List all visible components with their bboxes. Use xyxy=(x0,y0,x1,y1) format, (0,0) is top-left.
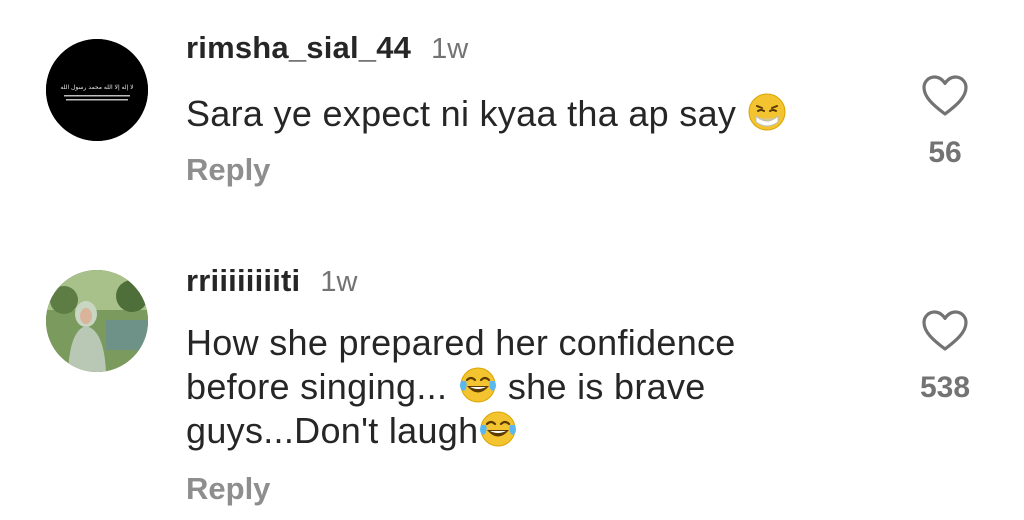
username[interactable]: rriiiiiiiiti xyxy=(186,263,300,299)
like-count: 538 xyxy=(919,371,971,404)
heart-icon[interactable] xyxy=(921,74,969,118)
like-count: 56 xyxy=(928,136,962,169)
like-control: 56 xyxy=(895,74,995,170)
avatar-text: لا إله إلا الله محمد رسول الله xyxy=(60,84,133,91)
avatar[interactable] xyxy=(46,270,148,372)
avatar-image xyxy=(46,270,148,372)
face-with-tears-of-joy-icon xyxy=(480,411,517,447)
timestamp: 1w xyxy=(320,266,358,298)
comment-header: rimsha_sial_44 1w xyxy=(186,30,468,66)
comment-text-line: guys...Don't laugh xyxy=(186,410,479,451)
comment-text: How she prepared her confidence before s… xyxy=(186,321,866,453)
comment-text: Sara ye expect ni kyaa tha ap say xyxy=(186,92,876,136)
face-with-tears-of-joy-icon xyxy=(459,367,496,403)
heart-icon[interactable] xyxy=(921,309,969,353)
comment-header: rriiiiiiiiti 1w xyxy=(186,263,357,299)
comment-item: rriiiiiiiiti 1w How she prepared her con… xyxy=(0,255,1024,520)
comment-item: لا إله إلا الله محمد رسول الله rimsha_si… xyxy=(0,0,1024,240)
reply-button[interactable]: Reply xyxy=(186,152,270,188)
timestamp: 1w xyxy=(431,33,469,65)
avatar[interactable]: لا إله إلا الله محمد رسول الله xyxy=(46,39,148,141)
comment-text-line: How she prepared her confidence xyxy=(186,322,736,363)
comment-text-content: Sara ye expect ni kyaa tha ap say xyxy=(186,93,737,134)
comment-text-line: before singing... xyxy=(186,366,458,407)
comment-text-line: she is brave xyxy=(497,366,706,407)
username[interactable]: rimsha_sial_44 xyxy=(186,30,411,66)
comments-list: لا إله إلا الله محمد رسول الله rimsha_si… xyxy=(0,0,1024,520)
reply-button[interactable]: Reply xyxy=(186,471,270,507)
face-vomiting-icon xyxy=(748,93,786,131)
like-control: 538 xyxy=(895,309,995,405)
avatar-image: لا إله إلا الله محمد رسول الله xyxy=(46,39,148,141)
